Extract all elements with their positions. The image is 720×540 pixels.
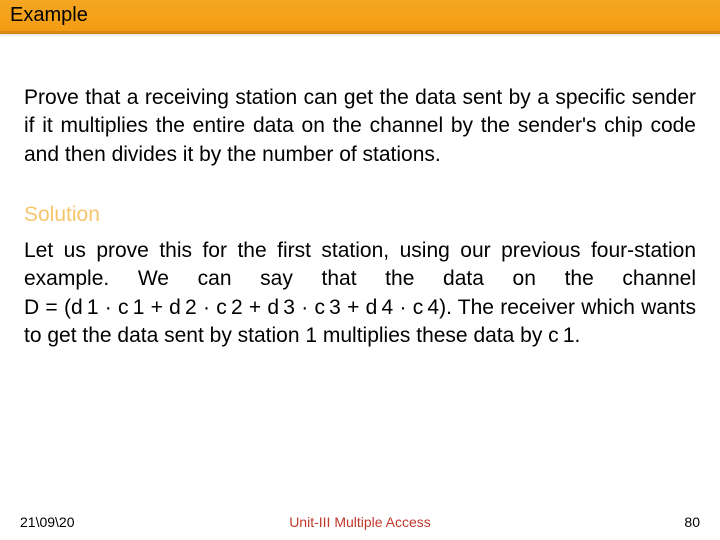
problem-statement: Prove that a receiving station can get t… [24, 84, 696, 169]
footer: 21\09\20 Unit-III Multiple Access 80 [0, 514, 720, 530]
solution-heading: Solution [24, 203, 696, 227]
slide-content: Prove that a receiving station can get t… [0, 34, 720, 540]
slide-title: Example [10, 4, 88, 27]
solution-body: Let us prove this for the first station,… [24, 237, 696, 350]
footer-date: 21\09\20 [20, 514, 75, 530]
footer-page: 80 [684, 514, 700, 530]
title-bar: Example [0, 0, 720, 34]
slide: Example Prove that a receiving station c… [0, 0, 720, 540]
footer-unit: Unit-III Multiple Access [289, 514, 431, 530]
